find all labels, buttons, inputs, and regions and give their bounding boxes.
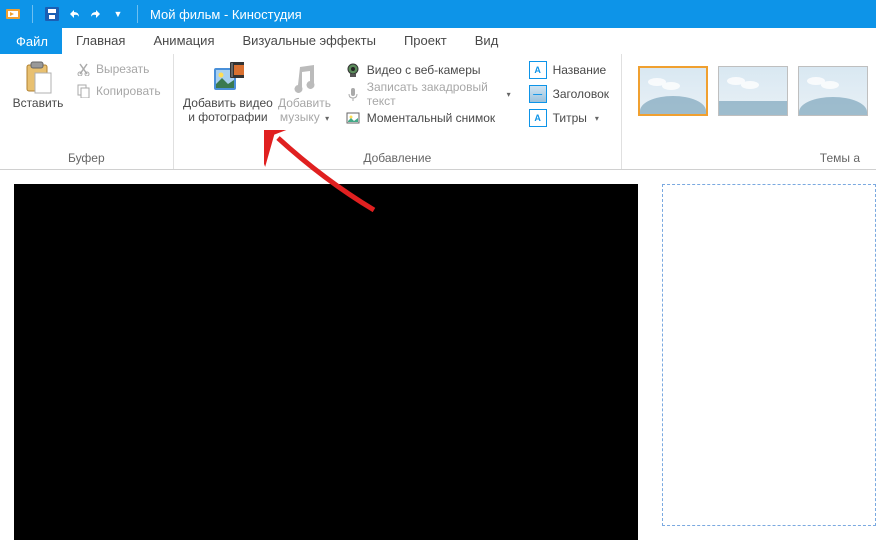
copy-icon (76, 83, 92, 99)
webcam-icon (345, 62, 361, 78)
group-add: Добавить видеои фотографии Добавитьмузык… (174, 54, 622, 169)
webcam-button[interactable]: Видео с веб-камеры (341, 58, 515, 82)
caption-icon: — (529, 85, 547, 103)
redo-icon[interactable] (87, 5, 105, 23)
theme-thumb-3[interactable] (798, 66, 868, 116)
timeline-drop-area[interactable] (662, 184, 876, 526)
add-music-label: Добавитьмузыку ▾ (278, 96, 331, 125)
group-themes: Темы а (622, 54, 876, 169)
add-video-photos-label: Добавить видеои фотографии (183, 96, 273, 125)
narration-button: Записать закадровый текст ▾ (341, 82, 515, 106)
qat-dropdown-icon[interactable]: ▼ (109, 5, 127, 23)
group-themes-label: Темы а (630, 149, 868, 167)
webcam-label: Видео с веб-камеры (367, 63, 481, 77)
add-music-button: Добавитьмузыку ▾ (274, 58, 335, 129)
credits-label: Титры (553, 111, 587, 125)
undo-icon[interactable] (65, 5, 83, 23)
cut-label: Вырезать (96, 62, 149, 76)
title-icon: A (529, 61, 547, 79)
credits-icon: A (529, 109, 547, 127)
window-title: Мой фильм - Киностудия (150, 7, 302, 22)
theme-thumb-1[interactable] (638, 66, 708, 116)
titlebar: ▼ Мой фильм - Киностудия (0, 0, 876, 28)
workspace (0, 170, 876, 526)
music-icon (288, 62, 320, 94)
media-icon (212, 62, 244, 94)
narration-label: Записать закадровый текст (367, 80, 499, 108)
tab-project[interactable]: Проект (390, 28, 461, 54)
caption-button[interactable]: — Заголовок (525, 82, 613, 106)
tab-home[interactable]: Главная (62, 28, 139, 54)
quick-access-toolbar: ▼ (4, 5, 144, 23)
caption-label: Заголовок (553, 87, 609, 101)
add-video-photos-button[interactable]: Добавить видеои фотографии (182, 58, 275, 129)
mic-icon (345, 86, 361, 102)
credits-button[interactable]: A Титры ▾ (525, 106, 613, 130)
paste-label: Вставить (13, 96, 64, 110)
save-icon[interactable] (43, 5, 61, 23)
cut-button: Вырезать (72, 58, 165, 80)
title-button[interactable]: A Название (525, 58, 613, 82)
snapshot-button[interactable]: Моментальный снимок (341, 106, 515, 130)
group-add-label: Добавление (182, 149, 613, 167)
tab-file[interactable]: Файл (2, 29, 62, 54)
tab-effects[interactable]: Визуальные эффекты (228, 28, 389, 54)
tab-animation[interactable]: Анимация (139, 28, 228, 54)
tab-view[interactable]: Вид (461, 28, 513, 54)
paste-button[interactable]: Вставить (8, 58, 68, 114)
app-icon (4, 5, 22, 23)
snapshot-label: Моментальный снимок (367, 111, 495, 125)
group-buffer-label: Буфер (8, 149, 165, 167)
preview-pane[interactable] (14, 184, 638, 540)
theme-thumb-2[interactable] (718, 66, 788, 116)
title-label: Название (553, 63, 607, 77)
ribbon-tabs: Файл Главная Анимация Визуальные эффекты… (0, 28, 876, 54)
copy-button: Копировать (72, 80, 165, 102)
paste-icon (22, 62, 54, 94)
snapshot-icon (345, 110, 361, 126)
group-buffer: Вставить Вырезать Копировать Буфер (0, 54, 174, 169)
copy-label: Копировать (96, 84, 161, 98)
ribbon: Вставить Вырезать Копировать Буфер (0, 54, 876, 170)
cut-icon (76, 61, 92, 77)
